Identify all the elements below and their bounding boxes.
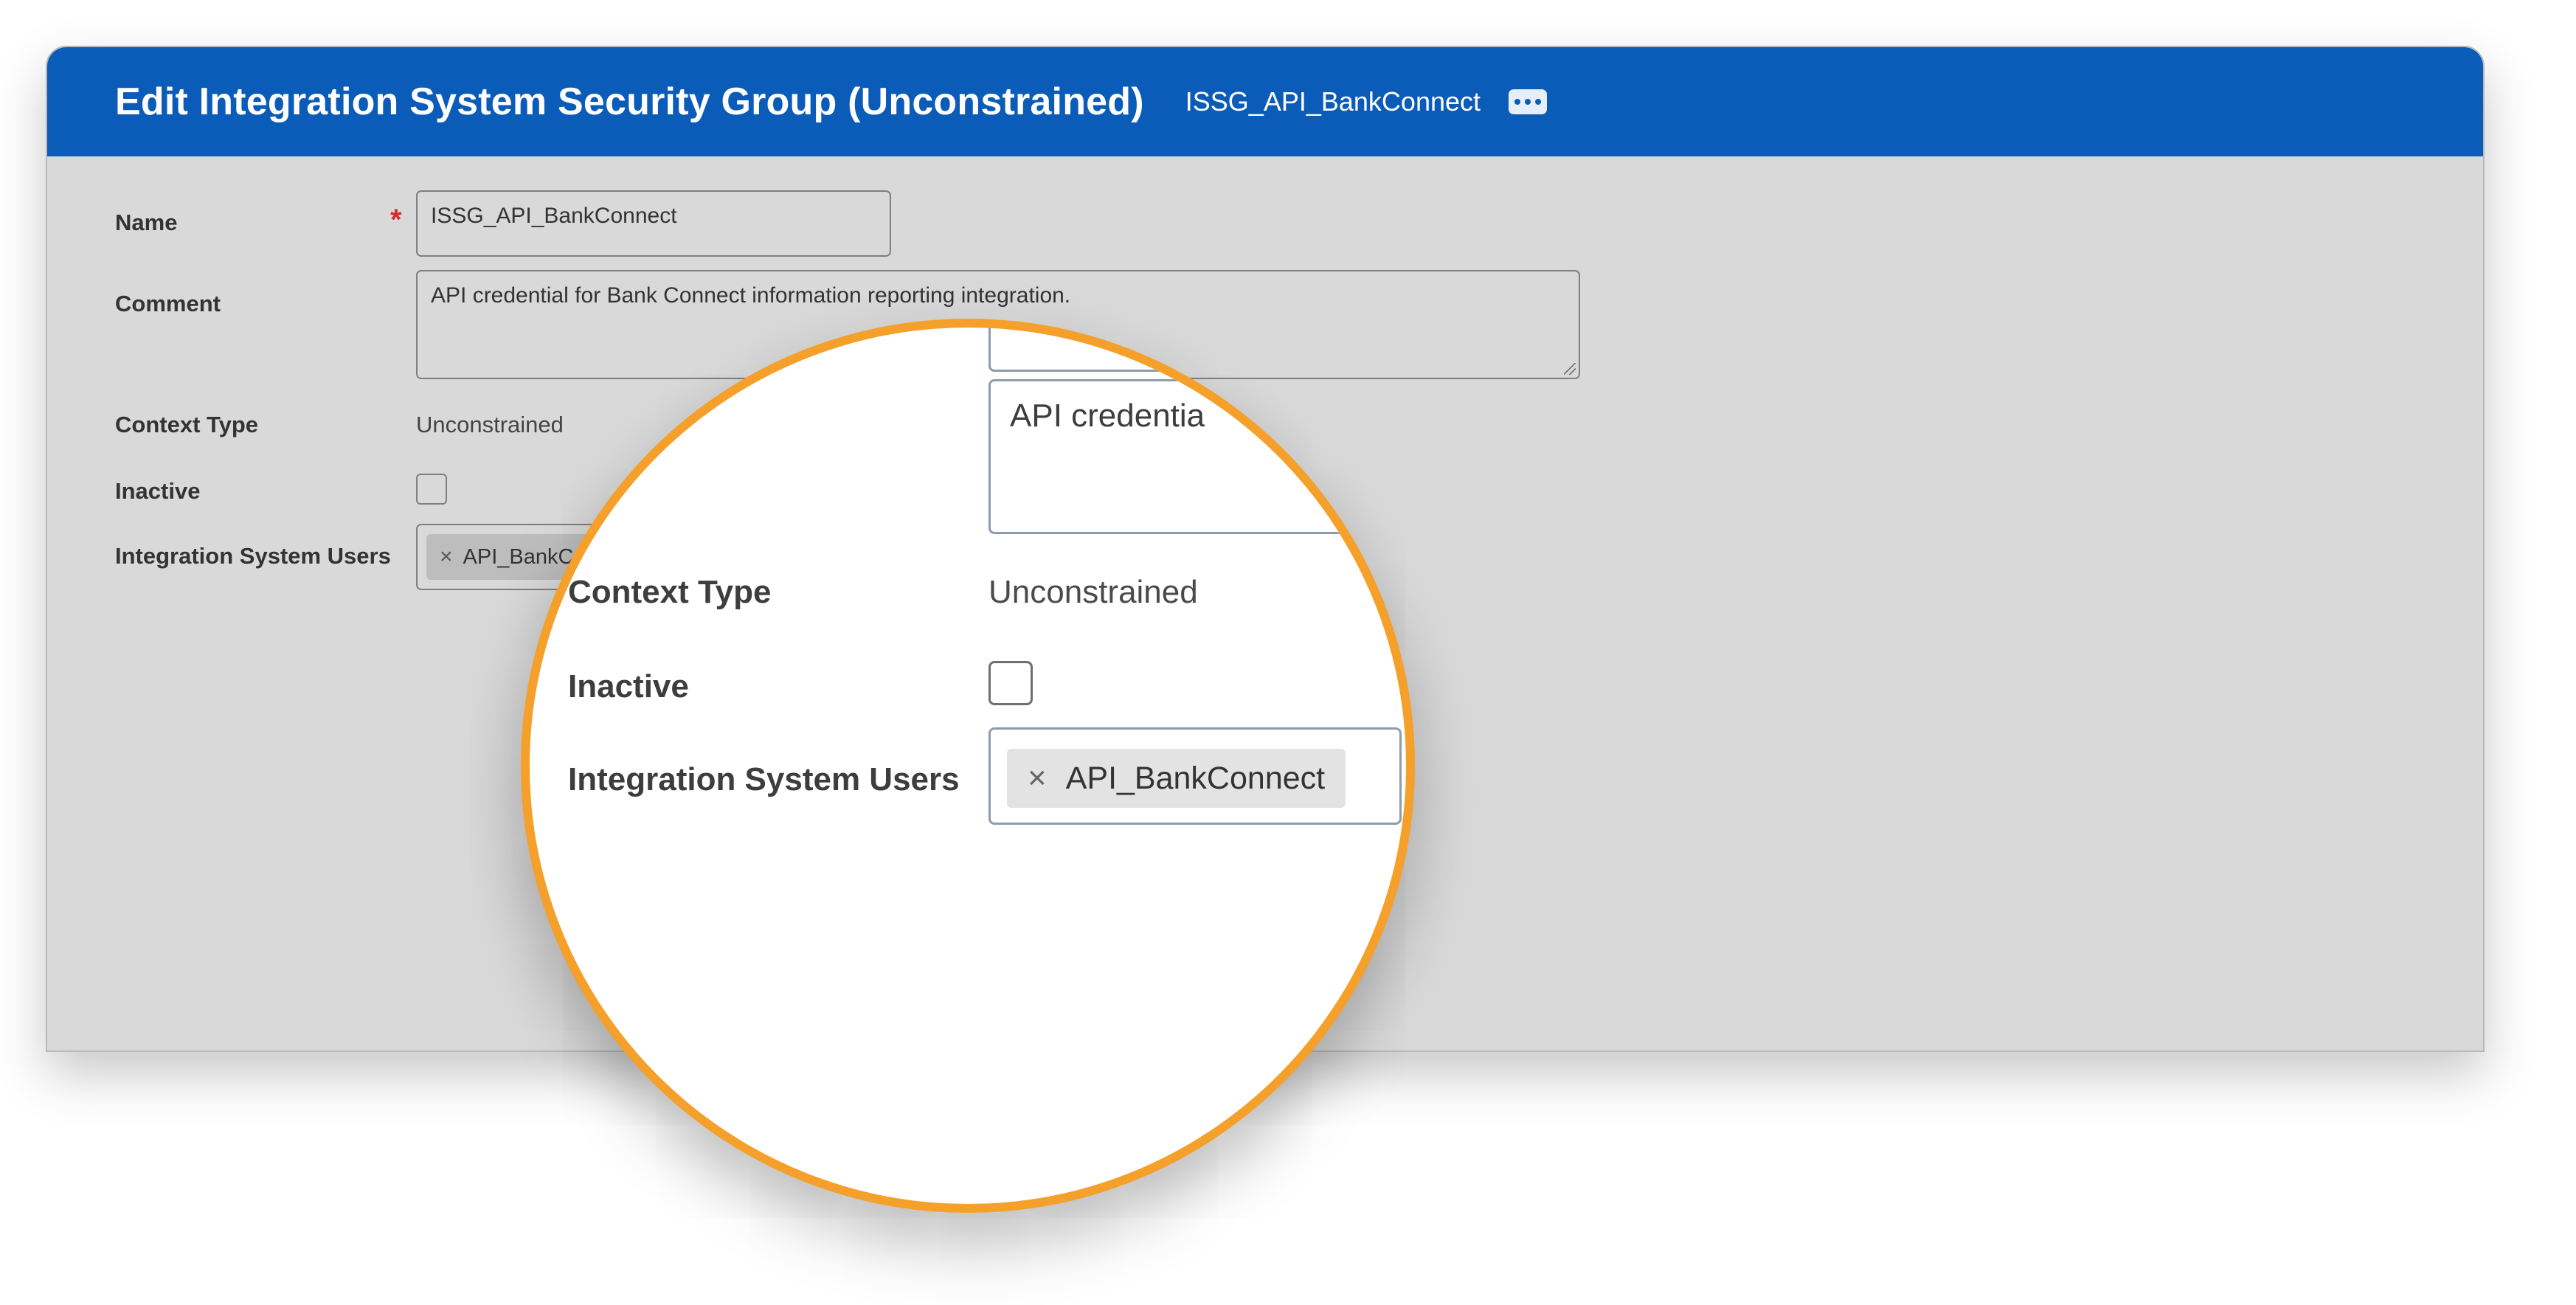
zoom-magnifier: API credentia Context Type Unconstrained… bbox=[521, 319, 1415, 1213]
magnified-comment-text: API credentia bbox=[1010, 398, 1205, 434]
comment-text: API credential for Bank Connect informat… bbox=[431, 283, 1071, 308]
magnified-isu-pill-label: API_BankConnect bbox=[1065, 760, 1326, 796]
magnified-comment-textarea: API credentia bbox=[988, 379, 1402, 534]
magnified-context-type-value: Unconstrained bbox=[988, 574, 1198, 610]
context-type-label: Context Type bbox=[115, 412, 259, 437]
required-marker: * bbox=[390, 204, 402, 236]
magnified-context-type-label: Context Type bbox=[568, 574, 772, 610]
close-icon: × bbox=[1028, 760, 1047, 796]
name-field[interactable]: ISSG_API_BankConnect bbox=[416, 190, 891, 257]
name-label: Name bbox=[115, 210, 178, 235]
ellipsis-icon bbox=[1514, 99, 1521, 105]
resize-handle-icon[interactable] bbox=[1564, 363, 1576, 375]
magnified-isu-multiselect: × API_BankConnect bbox=[988, 727, 1402, 825]
close-icon[interactable]: × bbox=[440, 544, 453, 570]
related-actions-button[interactable] bbox=[1509, 89, 1548, 114]
comment-label: Comment bbox=[115, 291, 221, 316]
page-header: Edit Integration System Security Group (… bbox=[47, 47, 2483, 156]
ellipsis-icon-dot bbox=[1525, 99, 1531, 105]
object-name: ISSG_API_BankConnect bbox=[1185, 86, 1481, 117]
magnified-inactive-label: Inactive bbox=[568, 668, 689, 705]
screenshot-stage: Edit Integration System Security Group (… bbox=[0, 0, 2576, 1305]
page-title: Edit Integration System Security Group (… bbox=[115, 80, 1144, 123]
isu-label: Integration System Users bbox=[115, 543, 391, 569]
magnified-inactive-checkbox bbox=[988, 661, 1033, 705]
magnified-isu-label: Integration System Users bbox=[568, 761, 960, 797]
magnified-isu-pill: × API_BankConnect bbox=[1007, 749, 1346, 808]
inactive-label: Inactive bbox=[115, 478, 201, 504]
inactive-checkbox[interactable] bbox=[416, 474, 447, 505]
magnifier-content: API credentia Context Type Unconstrained… bbox=[530, 328, 1406, 1204]
ellipsis-icon-dot bbox=[1535, 99, 1542, 105]
